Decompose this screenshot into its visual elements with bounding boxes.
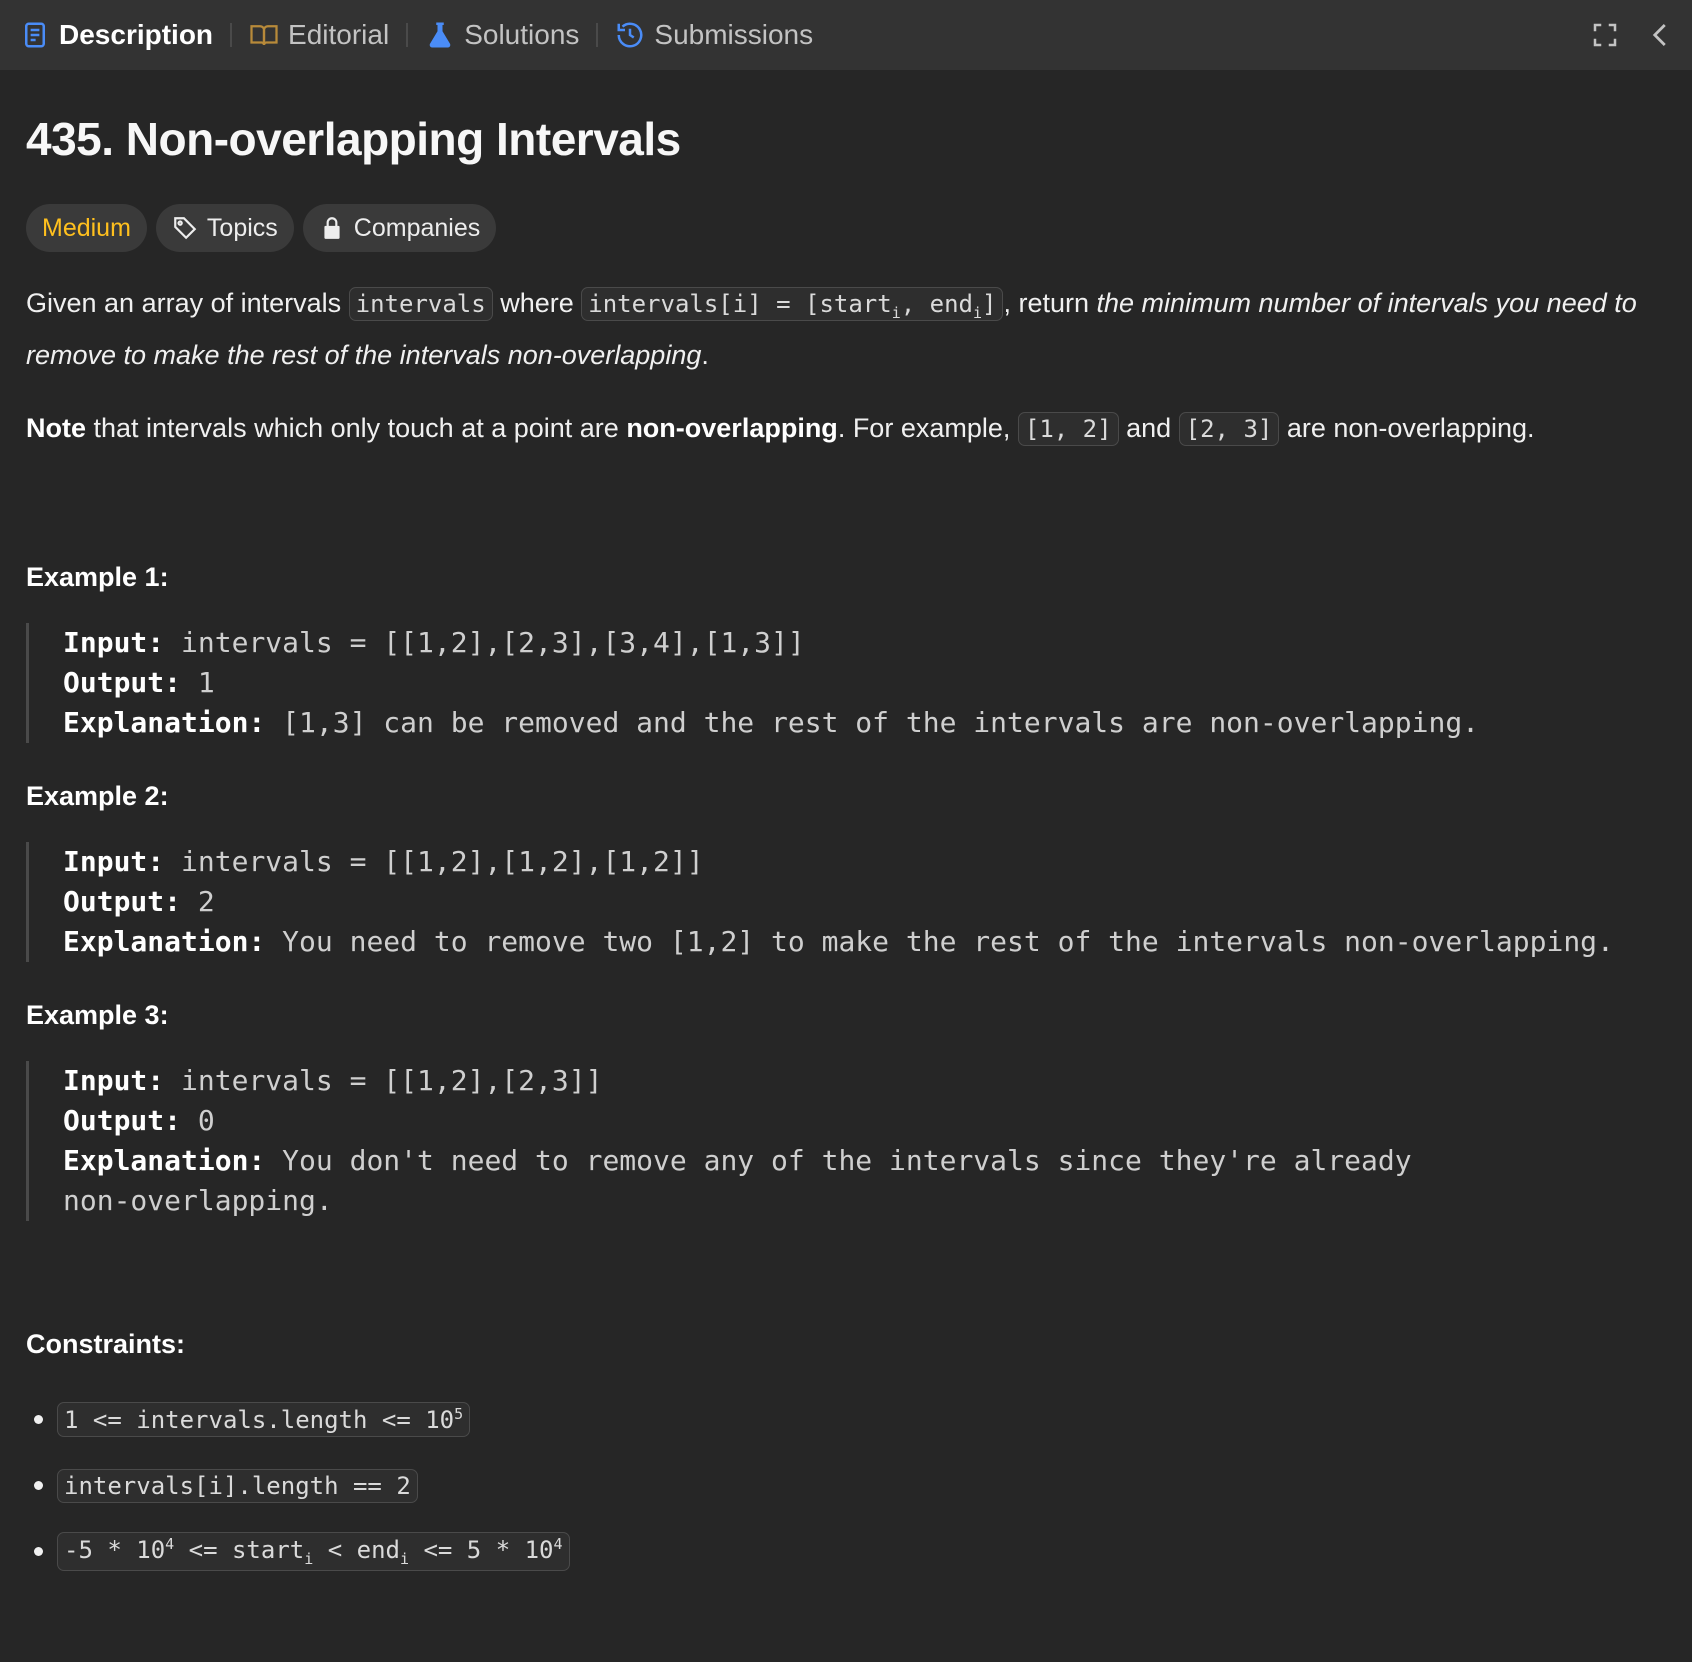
- example-2-block: Input: intervals = [[1,2],[1,2],[1,2]] Ou…: [26, 841, 1666, 962]
- problem-badges: Medium Topics Companies: [26, 204, 1666, 252]
- explanation-label: Explanation:: [63, 924, 266, 958]
- example-3-title: Example 3:: [26, 999, 169, 1030]
- constraint-code: 1 <= intervals.length <= 105: [57, 1402, 471, 1438]
- note-text: that intervals which only touch at a poi…: [86, 412, 627, 443]
- bullet: [34, 1547, 43, 1557]
- note-bold: non-overlapping: [626, 412, 838, 443]
- tab-submissions[interactable]: Submissions: [615, 19, 813, 51]
- inline-code: [1, 2]: [1017, 411, 1119, 446]
- panel-controls: [1590, 0, 1676, 70]
- input-label: Input:: [63, 844, 165, 878]
- companies-label: Companies: [353, 213, 481, 242]
- output-value: 2: [181, 884, 215, 918]
- code-subscript: i: [399, 1550, 409, 1569]
- code-superscript: 5: [454, 1405, 464, 1424]
- constraint-item: -5 * 104 <= starti < endi <= 5 * 104: [26, 1532, 1666, 1572]
- flask-icon: [425, 20, 455, 50]
- constraints-list: 1 <= intervals.length <= 105 intervals[i…: [26, 1400, 1666, 1572]
- constraint-code: intervals[i].length == 2: [57, 1468, 418, 1503]
- code-superscript: 4: [553, 1535, 563, 1554]
- note-text: . For example,: [837, 412, 1018, 443]
- input-value: intervals = [[1,2],[2,3],[3,4],[1,3]]: [164, 625, 805, 659]
- tab-bar: Description Editorial Solutions Submissi…: [0, 0, 1692, 70]
- tab-editorial-label: Editorial: [288, 19, 390, 50]
- history-icon: [615, 20, 645, 50]
- tab-description[interactable]: Description: [20, 19, 213, 51]
- fullscreen-icon[interactable]: [1590, 20, 1620, 50]
- constraint-code: -5 * 104 <= starti < endi <= 5 * 104: [57, 1532, 570, 1572]
- code-subscript: i: [891, 303, 901, 322]
- explanation-label: Explanation:: [63, 1143, 266, 1177]
- description-panel: 435. Non-overlapping Intervals Medium To…: [0, 112, 1692, 1572]
- code-text: 1 <= intervals.length <= 10: [64, 1406, 455, 1435]
- statement-text: Given an array of intervals: [26, 288, 349, 318]
- input-label: Input:: [63, 1063, 165, 1097]
- tab-solutions[interactable]: Solutions: [425, 19, 579, 51]
- output-value: 1: [181, 665, 215, 699]
- code-text: < end: [313, 1536, 400, 1565]
- difficulty-label: Medium: [42, 213, 131, 242]
- code-text: <= 5 * 10: [409, 1536, 554, 1565]
- topics-button[interactable]: Topics: [155, 204, 294, 252]
- tab-submissions-label: Submissions: [654, 19, 814, 50]
- problem-title: 435. Non-overlapping Intervals: [26, 113, 681, 165]
- output-label: Output:: [63, 884, 182, 918]
- explanation-label: Explanation:: [63, 705, 266, 739]
- explanation-value: You don't need to remove any of the inte…: [63, 1143, 1429, 1217]
- tab-editorial[interactable]: Editorial: [249, 19, 389, 51]
- problem-statement: Given an array of intervals intervals wh…: [26, 282, 1666, 376]
- input-value: intervals = [[1,2],[1,2],[1,2]]: [164, 844, 704, 878]
- description-icon: [20, 20, 50, 50]
- bullet: [34, 1481, 43, 1491]
- inline-code: intervals[i] = [starti, endi]: [581, 287, 1004, 322]
- code-text: intervals[i] = [start: [588, 290, 892, 318]
- output-label: Output:: [63, 1103, 182, 1137]
- constraints-title: Constraints:: [26, 1328, 186, 1359]
- example-1-block: Input: intervals = [[1,2],[2,3],[3,4],[1…: [26, 622, 1666, 743]
- statement-text: .: [701, 339, 709, 370]
- code-superscript: 4: [165, 1535, 175, 1554]
- topics-label: Topics: [206, 213, 278, 242]
- note-text: and: [1118, 412, 1179, 443]
- example-1-title: Example 1:: [26, 561, 169, 592]
- problem-note: Note that intervals which only touch at …: [26, 407, 1666, 450]
- note-text: are non-overlapping.: [1279, 412, 1535, 443]
- note-bold: Note: [26, 412, 86, 443]
- code-text: <= start: [174, 1536, 305, 1565]
- difficulty-badge: Medium: [26, 204, 147, 252]
- code-text: , end: [900, 290, 973, 318]
- book-icon: [249, 20, 279, 50]
- input-label: Input:: [63, 625, 165, 659]
- tag-icon: [172, 215, 198, 241]
- tab-solutions-label: Solutions: [464, 19, 580, 50]
- constraint-item: 1 <= intervals.length <= 105: [26, 1400, 1666, 1440]
- output-value: 0: [181, 1103, 215, 1137]
- code-subscript: i: [304, 1550, 314, 1569]
- lock-icon: [319, 215, 345, 241]
- tab-divider: [406, 23, 409, 47]
- input-value: intervals = [[1,2],[2,3]]: [164, 1063, 603, 1097]
- collapse-chevron-icon[interactable]: [1646, 20, 1676, 50]
- output-label: Output:: [63, 665, 182, 699]
- code-text: -5 * 10: [64, 1536, 166, 1565]
- constraint-item: intervals[i].length == 2: [26, 1466, 1666, 1506]
- example-2-title: Example 2:: [26, 780, 169, 811]
- explanation-value: [1,3] can be removed and the rest of the…: [265, 705, 1480, 739]
- explanation-value: You need to remove two [1,2] to make the…: [265, 924, 1614, 958]
- example-3-block: Input: intervals = [[1,2],[2,3]] Output: …: [26, 1060, 1666, 1221]
- code-text: ]: [982, 290, 997, 318]
- tab-divider: [596, 23, 599, 47]
- bullet: [34, 1415, 43, 1425]
- companies-button[interactable]: Companies: [302, 204, 497, 252]
- statement-text: where: [492, 288, 582, 318]
- tab-description-label: Description: [59, 19, 214, 50]
- inline-code: [2, 3]: [1178, 411, 1280, 446]
- tab-divider: [230, 23, 233, 47]
- inline-code: intervals: [348, 287, 493, 321]
- statement-text: , return: [1003, 288, 1097, 318]
- code-subscript: i: [972, 303, 982, 322]
